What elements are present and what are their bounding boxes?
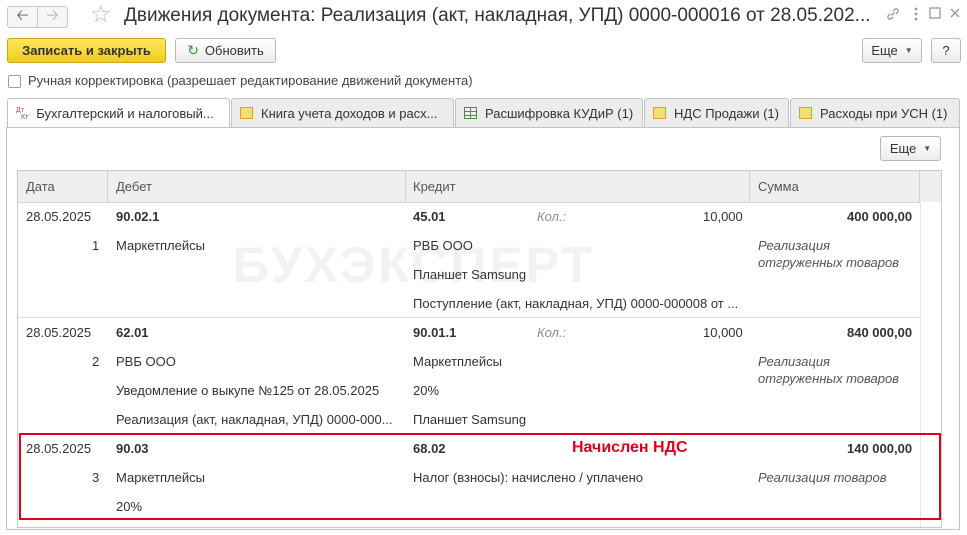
- tab-label: Книга учета доходов и расх...: [261, 105, 438, 121]
- manual-adjust-label: Ручная корректировка (разрешает редактир…: [28, 73, 473, 88]
- row-sum: 840 000,00: [847, 325, 913, 340]
- star-icon[interactable]: ☆: [90, 2, 112, 28]
- refresh-button[interactable]: ↻ Обновить: [175, 38, 276, 63]
- debit-subconto: РВБ ООО: [116, 354, 176, 369]
- more-button[interactable]: Еще ▼: [862, 38, 922, 63]
- dt-kt-icon: Дт Кт: [16, 106, 29, 121]
- title-bar: 🡠 🡢 ☆ Движения документа: Реализация (ак…: [0, 0, 967, 33]
- refresh-icon: ↻: [187, 42, 199, 58]
- credit-subconto: Планшет Samsung: [413, 412, 527, 427]
- column-sum[interactable]: Сумма: [758, 179, 799, 194]
- tab-vat-sales[interactable]: НДС Продажи (1): [644, 98, 789, 127]
- forward-button[interactable]: 🡢: [37, 6, 68, 28]
- qty-label: Кол.:: [537, 209, 567, 224]
- entries-table: Дата Дебет Кредит Сумма БУХЭКСПЕРТ 28.05…: [17, 170, 942, 528]
- tab-usn-expenses[interactable]: Расходы при УСН (1): [790, 98, 960, 127]
- qty-value: 10,000: [703, 325, 743, 340]
- credit-subconto: Поступление (акт, накладная, УПД) 0000-0…: [413, 296, 739, 311]
- link-icon[interactable]: [885, 6, 901, 27]
- refresh-label: Обновить: [204, 43, 264, 58]
- tab-label: НДС Продажи (1): [674, 105, 779, 121]
- column-credit[interactable]: Кредит: [413, 179, 456, 194]
- row-divider: [18, 317, 920, 318]
- debit-subconto: Реализация (акт, накладная, УПД) 0000-00…: [116, 412, 393, 427]
- window-title: Движения документа: Реализация (акт, нак…: [124, 5, 869, 26]
- row-sum: 400 000,00: [847, 209, 913, 224]
- help-button[interactable]: ?: [931, 38, 961, 63]
- more-label: Еще: [871, 43, 898, 58]
- tab-income-expense-book[interactable]: Книга учета доходов и расх...: [231, 98, 454, 127]
- more-vertical-icon[interactable]: [913, 6, 919, 27]
- row-date: 28.05.2025: [26, 441, 92, 456]
- row-content: Реализация: [758, 238, 830, 253]
- row-content: отгруженных товаров: [758, 255, 899, 270]
- row-date: 28.05.2025: [26, 325, 92, 340]
- column-debit[interactable]: Дебет: [116, 179, 152, 194]
- debit-account: 90.02.1: [116, 209, 160, 224]
- credit-account: 45.01: [413, 209, 446, 224]
- close-icon[interactable]: [948, 6, 962, 25]
- debit-subconto: Уведомление о выкупе №125 от 28.05.2025: [116, 383, 380, 398]
- register-icon: [653, 107, 666, 119]
- credit-subconto: 20%: [413, 383, 440, 398]
- tab-accounting[interactable]: Дт Кт Бухгалтерский и налоговый...: [7, 98, 230, 128]
- table-header: Дата Дебет Кредит Сумма: [18, 171, 941, 203]
- column-date[interactable]: Дата: [26, 179, 55, 194]
- credit-subconto: РВБ ООО: [413, 238, 473, 253]
- register-icon: [799, 107, 812, 119]
- qty-value: 10,000: [703, 209, 743, 224]
- chevron-down-icon: ▼: [923, 144, 932, 153]
- credit-subconto: Планшет Samsung: [413, 267, 527, 282]
- table-icon: [464, 107, 477, 119]
- row-divider: [18, 433, 920, 434]
- arrow-right-icon: 🡢: [46, 6, 59, 24]
- debit-subconto: Маркетплейсы: [116, 238, 205, 253]
- row-number: 3: [92, 470, 100, 485]
- arrow-left-icon: 🡠: [16, 6, 29, 24]
- grid-more-button[interactable]: Еще ▼: [880, 136, 941, 161]
- back-button[interactable]: 🡠: [7, 6, 38, 28]
- qty-label: Кол.:: [537, 325, 567, 340]
- tab-kudir-details[interactable]: Расшифровка КУДиР (1): [455, 98, 643, 127]
- debit-subconto: Маркетплейсы: [116, 470, 205, 485]
- credit-account: 68.02: [413, 441, 446, 456]
- vat-annotation: Начислен НДС: [572, 439, 688, 456]
- register-icon: [240, 107, 253, 119]
- save-and-close-button[interactable]: Записать и закрыть: [7, 38, 166, 63]
- row-content: Реализация товаров: [758, 470, 887, 485]
- credit-account: 90.01.1: [413, 325, 457, 340]
- manual-adjust-checkbox[interactable]: [8, 75, 21, 88]
- row-date: 28.05.2025: [26, 209, 92, 224]
- debit-account: 62.01: [116, 325, 149, 340]
- chevron-down-icon: ▼: [904, 46, 913, 55]
- debit-subconto: 20%: [116, 499, 143, 514]
- row-number: 1: [92, 238, 100, 253]
- tab-label: Бухгалтерский и налоговый...: [36, 106, 214, 121]
- row-content: Реализация: [758, 354, 830, 369]
- grid-more-label: Еще: [889, 141, 917, 156]
- maximize-icon[interactable]: [928, 6, 942, 25]
- tab-label: Расходы при УСН (1): [820, 105, 948, 121]
- credit-subconto: Налог (взносы): начислено / уплачено: [413, 470, 643, 485]
- row-content: отгруженных товаров: [758, 371, 899, 386]
- tab-label: Расшифровка КУДиР (1): [485, 105, 634, 121]
- table-scrollbar[interactable]: [920, 202, 941, 527]
- credit-subconto: Маркетплейсы: [413, 354, 502, 369]
- debit-account: 90.03: [116, 441, 149, 456]
- row-number: 2: [92, 354, 100, 369]
- row-sum: 140 000,00: [847, 441, 913, 456]
